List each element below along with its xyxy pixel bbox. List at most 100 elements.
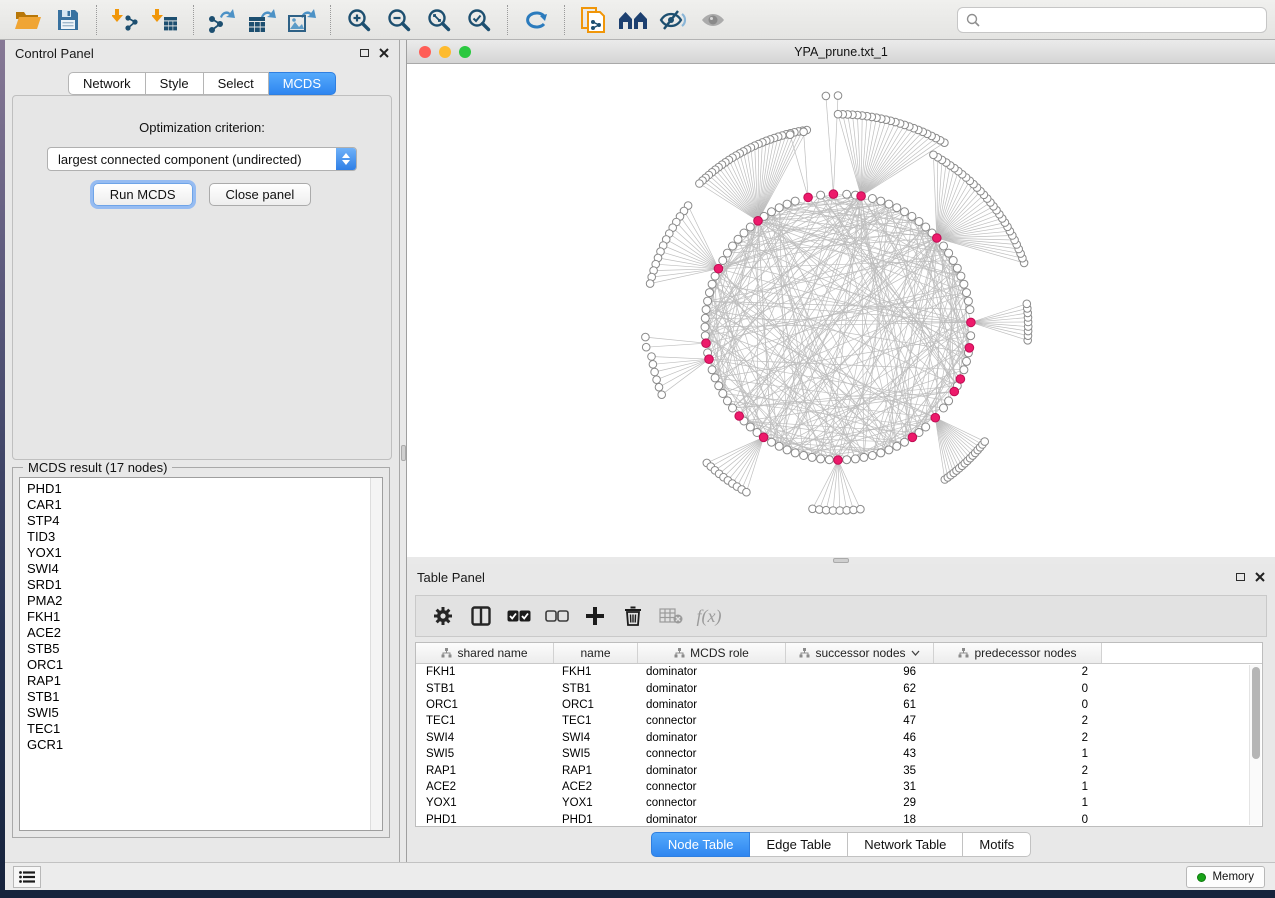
cell-shared_name[interactable]: YOX1 [416,797,554,809]
table-row[interactable]: FKH1FKH1dominator962 [416,664,1262,680]
table-row[interactable]: YOX1YOX1connector291 [416,795,1262,811]
select-all-button[interactable] [502,599,536,633]
cell-shared_name[interactable]: SWI5 [416,748,554,760]
column-header-MCDS-role[interactable]: MCDS role [638,643,786,663]
cell-predecessor_nodes[interactable]: 0 [934,814,1102,826]
clone-network-button[interactable] [573,3,613,37]
save-session-button[interactable] [48,3,88,37]
cell-mcds_role[interactable]: connector [638,748,786,760]
import-network-button[interactable] [105,3,145,37]
mcds-result-item[interactable]: PHD1 [27,481,370,497]
criterion-select[interactable]: largest connected component (undirected) [47,147,357,171]
cell-mcds_role[interactable]: connector [638,781,786,793]
zoom-out-button[interactable] [379,3,419,37]
cell-shared_name[interactable]: FKH1 [416,666,554,678]
column-header-name[interactable]: name [554,643,638,663]
mcds-result-item[interactable]: SWI5 [27,705,370,721]
cell-predecessor_nodes[interactable]: 2 [934,666,1102,678]
cell-successor_nodes[interactable]: 35 [786,765,934,777]
export-table-button[interactable] [242,3,282,37]
mcds-result-item[interactable]: STP4 [27,513,370,529]
export-image-button[interactable] [282,3,322,37]
first-neighbors-button[interactable] [613,3,653,37]
cell-name[interactable]: SWI5 [554,748,638,760]
mcds-result-item[interactable]: TEC1 [27,721,370,737]
cell-name[interactable]: YOX1 [554,797,638,809]
mcds-result-item[interactable]: STB5 [27,641,370,657]
table-row[interactable]: ORC1ORC1dominator610 [416,697,1262,713]
cell-shared_name[interactable]: TEC1 [416,715,554,727]
cell-successor_nodes[interactable]: 47 [786,715,934,727]
table-settings-button[interactable] [426,599,460,633]
cell-successor_nodes[interactable]: 31 [786,781,934,793]
cell-mcds_role[interactable]: dominator [638,814,786,826]
export-network-button[interactable] [202,3,242,37]
mcds-result-item[interactable]: CAR1 [27,497,370,513]
cell-name[interactable]: SWI4 [554,732,638,744]
memory-button[interactable]: Memory [1186,866,1265,888]
open-session-button[interactable] [8,3,48,37]
cell-successor_nodes[interactable]: 18 [786,814,934,826]
zoom-fit-button[interactable] [419,3,459,37]
close-panel-icon[interactable] [379,48,389,58]
cell-name[interactable]: TEC1 [554,715,638,727]
table-row[interactable]: PHD1PHD1dominator180 [416,812,1262,827]
cell-mcds_role[interactable]: dominator [638,765,786,777]
column-header-predecessor-nodes[interactable]: predecessor nodes [934,643,1102,663]
delete-column-button[interactable] [616,599,650,633]
show-columns-button[interactable] [464,599,498,633]
cell-mcds_role[interactable]: dominator [638,732,786,744]
run-mcds-button[interactable]: Run MCDS [93,183,193,206]
cell-predecessor_nodes[interactable]: 0 [934,699,1102,711]
deselect-all-button[interactable] [540,599,574,633]
mcds-list-scrollbar[interactable] [370,478,382,830]
cell-shared_name[interactable]: PHD1 [416,814,554,826]
tab-network[interactable]: Network [68,72,146,95]
mcds-result-item[interactable]: SWI4 [27,561,370,577]
table-row[interactable]: ACE2ACE2connector311 [416,779,1262,795]
cell-name[interactable]: ACE2 [554,781,638,793]
cell-successor_nodes[interactable]: 43 [786,748,934,760]
tab-style[interactable]: Style [146,72,204,95]
cell-predecessor_nodes[interactable]: 1 [934,781,1102,793]
tab-node-table[interactable]: Node Table [651,832,751,857]
close-panel-icon[interactable] [1255,572,1265,582]
cell-mcds_role[interactable]: connector [638,797,786,809]
cell-name[interactable]: FKH1 [554,666,638,678]
cell-mcds_role[interactable]: dominator [638,683,786,695]
cell-successor_nodes[interactable]: 46 [786,732,934,744]
ring-node-layer[interactable] [701,190,975,463]
cell-name[interactable]: STB1 [554,683,638,695]
cell-shared_name[interactable]: SWI4 [416,732,554,744]
import-table-button[interactable] [145,3,185,37]
tab-select[interactable]: Select [204,72,269,95]
cell-predecessor_nodes[interactable]: 2 [934,765,1102,777]
tab-network-table[interactable]: Network Table [848,832,963,857]
cell-shared_name[interactable]: ORC1 [416,699,554,711]
mcds-result-item[interactable]: ACE2 [27,625,370,641]
cell-predecessor_nodes[interactable]: 1 [934,748,1102,760]
table-row[interactable]: SWI5SWI5connector431 [416,746,1262,762]
search-input[interactable] [986,12,1258,27]
table-scrollbar-thumb[interactable] [1252,667,1260,759]
splitter-grip[interactable] [401,445,406,461]
show-hidden-button[interactable] [693,3,733,37]
cell-name[interactable]: RAP1 [554,765,638,777]
mcds-result-item[interactable]: SRD1 [27,577,370,593]
table-row[interactable]: RAP1RAP1dominator352 [416,762,1262,778]
tab-mcds[interactable]: MCDS [269,72,336,95]
float-panel-icon[interactable] [1236,573,1245,581]
apply-layout-button[interactable] [516,3,556,37]
vertical-splitter[interactable] [400,40,407,862]
cell-shared_name[interactable]: STB1 [416,683,554,695]
tab-edge-table[interactable]: Edge Table [750,832,848,857]
float-panel-icon[interactable] [360,49,369,57]
tab-motifs[interactable]: Motifs [963,832,1031,857]
mcds-result-item[interactable]: GCR1 [27,737,370,753]
mcds-result-item[interactable]: ORC1 [27,657,370,673]
table-scrollbar[interactable] [1249,665,1261,825]
panel-menu-button[interactable] [13,866,41,888]
network-canvas[interactable] [407,64,1275,557]
column-header-shared-name[interactable]: shared name [416,643,554,663]
column-header-successor-nodes[interactable]: successor nodes [786,643,934,663]
